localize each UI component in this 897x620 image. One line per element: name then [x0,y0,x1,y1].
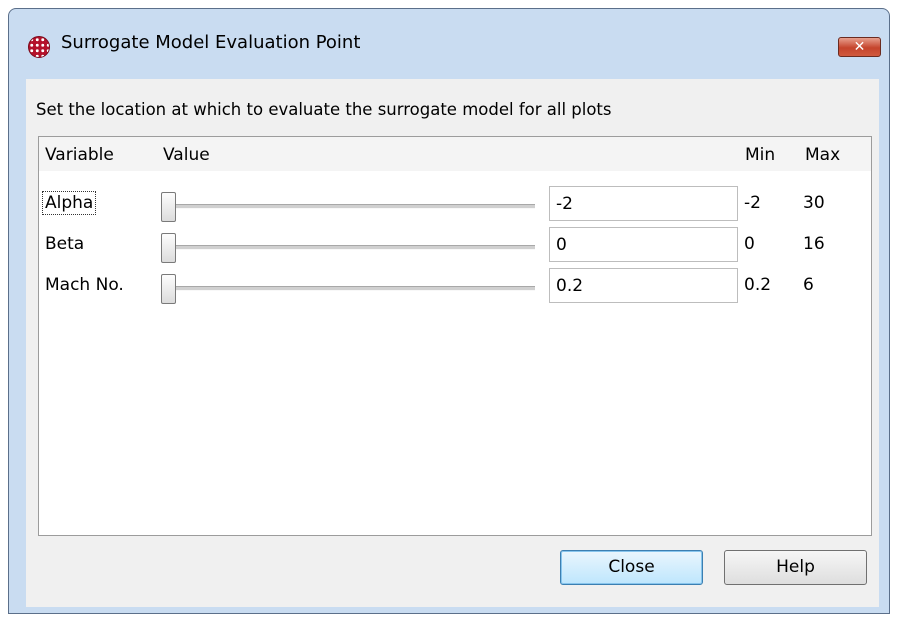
beta-value-input[interactable] [549,227,738,262]
mach-slider-track[interactable] [163,286,535,291]
header-min: Min [745,145,776,165]
alpha-max: 30 [803,193,825,213]
beta-max: 16 [803,234,825,254]
grid-globe-icon [28,36,50,58]
dialog-window: Surrogate Model Evaluation Point ✕ Set t… [8,8,890,614]
alpha-slider-thumb[interactable] [161,192,176,222]
close-button[interactable]: Close [560,550,703,585]
alpha-min: -2 [744,193,761,213]
title-bar[interactable]: Surrogate Model Evaluation Point ✕ [9,9,889,79]
beta-slider-track[interactable] [163,245,535,250]
variable-label-mach: Mach No. [45,275,124,295]
table-row: Alpha -2 30 [39,184,871,222]
dialog-body: Set the location at which to evaluate th… [26,79,879,607]
mach-value-input[interactable] [549,268,738,303]
table-row: Mach No. 0.2 6 [39,266,871,304]
header-max: Max [805,145,841,165]
variable-label-alpha: Alpha [41,191,97,215]
help-button[interactable]: Help [724,550,867,585]
window-close-button[interactable]: ✕ [838,37,881,57]
table-header: Variable Value Min Max [39,137,871,171]
mach-max: 6 [803,275,814,295]
instruction-text: Set the location at which to evaluate th… [36,100,612,119]
beta-min: 0 [744,234,755,254]
window-title: Surrogate Model Evaluation Point [61,32,361,53]
table-row: Beta 0 16 [39,225,871,263]
close-icon: ✕ [853,39,866,55]
mach-slider-thumb[interactable] [161,274,176,304]
beta-slider-thumb[interactable] [161,233,176,263]
alpha-value-input[interactable] [549,186,738,221]
variables-table: Variable Value Min Max Alpha -2 30 Beta … [38,136,872,536]
mach-min: 0.2 [744,275,772,295]
header-value: Value [163,145,210,165]
variable-label-beta: Beta [45,234,85,254]
alpha-slider-track[interactable] [163,204,535,209]
header-variable: Variable [45,145,114,165]
